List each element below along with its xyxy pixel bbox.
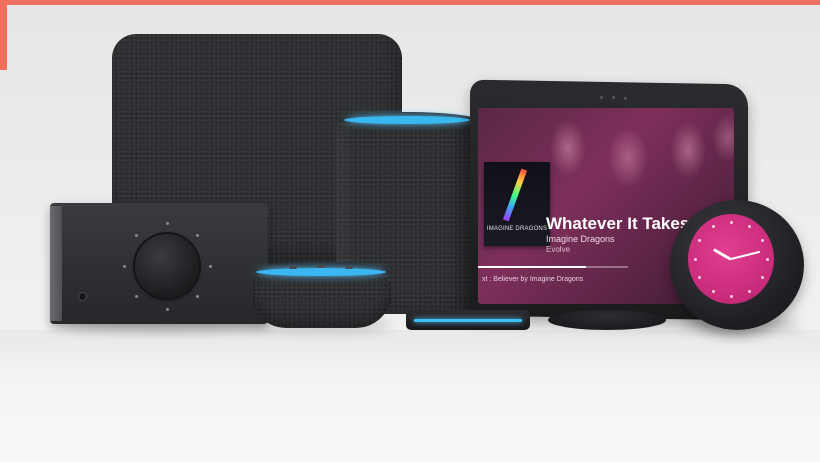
album-art: IMAGINE DRAGONS <box>484 162 550 246</box>
left-accent-bar <box>0 0 7 70</box>
clock-tick <box>698 239 702 242</box>
band-photo <box>538 108 734 218</box>
tall-speaker-light-ring <box>344 116 470 124</box>
track-title: Whatever It Takes <box>546 214 690 233</box>
playback-progress[interactable] <box>478 266 628 268</box>
display-camera <box>600 96 603 99</box>
album-art-rainbow <box>502 168 528 222</box>
top-accent-bar <box>0 0 820 5</box>
clock-tick <box>693 257 697 261</box>
clock-tick <box>747 289 751 293</box>
clock-minute-hand <box>730 250 761 260</box>
puck-device <box>548 310 666 330</box>
amplifier-side-face <box>50 206 62 321</box>
floor <box>0 330 820 462</box>
track-artist: Imagine Dragons <box>546 234 615 244</box>
amplifier-indicator-dot <box>135 294 139 298</box>
display-mic <box>624 97 627 100</box>
small-speaker-light-ring <box>256 268 386 276</box>
amplifier-port <box>79 293 86 300</box>
clock-tick <box>760 239 764 242</box>
amplifier-indicator-dot <box>195 234 199 238</box>
amplifier-indicator-dot <box>208 264 212 268</box>
album-art-text: IMAGINE DRAGONS <box>486 226 548 232</box>
small-speaker-button[interactable] <box>317 265 325 268</box>
clock-tick <box>711 225 715 229</box>
up-next-label: xt : Believer by Imagine Dragons <box>482 276 584 283</box>
small-speaker-button[interactable] <box>345 266 353 269</box>
input-device-light <box>414 319 522 322</box>
clock-icon[interactable] <box>688 214 774 304</box>
display-mic <box>612 96 615 99</box>
clock-tick <box>698 276 702 279</box>
clock-tick <box>765 257 769 261</box>
amplifier-indicator-dot <box>165 221 169 225</box>
amplifier-indicator-dot <box>122 264 126 268</box>
clock-tick <box>711 289 715 293</box>
clock-tick <box>729 294 733 298</box>
amplifier-indicator-dot <box>195 294 199 298</box>
clock-tick <box>729 220 733 224</box>
clock-tick <box>760 276 764 279</box>
track-album: Evolve <box>546 245 571 254</box>
small-speaker-button[interactable] <box>289 266 297 269</box>
clock-tick <box>747 225 751 229</box>
product-lineup-scene: IMAGINE DRAGONS Whatever It Takes Imagin… <box>0 0 820 462</box>
volume-knob-icon[interactable] <box>135 234 199 298</box>
clock-hour-hand <box>712 248 732 261</box>
amplifier-indicator-dot <box>165 307 169 311</box>
playback-progress-fill <box>478 266 586 268</box>
